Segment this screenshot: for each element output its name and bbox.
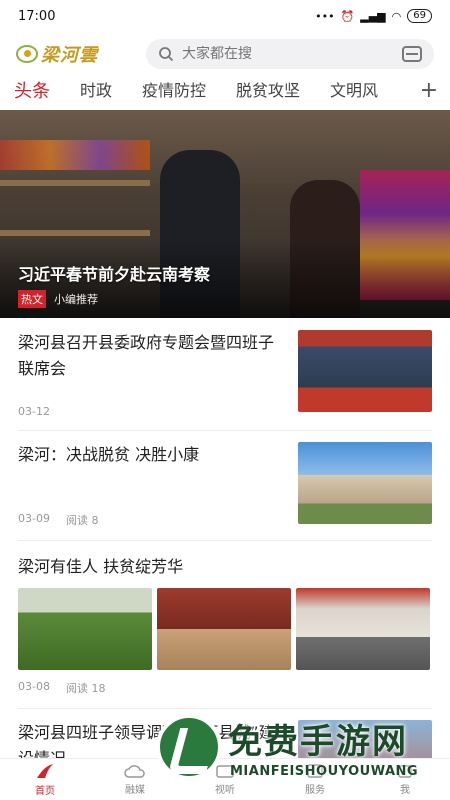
news-text: 梁河县四班子领导调研“美丽县城”建设情况 [18, 720, 286, 758]
nav-label: 服务 [305, 785, 325, 796]
news-title[interactable]: 梁河：决战脱贫 决胜小康 [18, 442, 286, 468]
news-thumbnail[interactable] [296, 588, 430, 670]
user-icon [398, 765, 412, 778]
bottom-nav: 首页 融媒 视听 服务 我 [0, 758, 450, 800]
tab-civilization[interactable]: 文明风 [330, 77, 378, 103]
battery-icon: 69 [407, 9, 432, 23]
logo-text: 梁河雲 [41, 45, 98, 66]
app-logo: 梁河雲 [16, 41, 136, 67]
news-text: 梁河：决战脱贫 决胜小康 03-09 阅读 8 [18, 442, 286, 528]
news-text: 梁河县召开县委政府专题会暨四班子联席会 03-12 [18, 330, 286, 418]
tab-headlines[interactable]: 头条 [14, 77, 50, 103]
tab-epidemic[interactable]: 疫情防控 [142, 77, 206, 103]
nav-media[interactable]: 融媒 [90, 759, 180, 800]
hero-image [0, 180, 150, 186]
news-title-row: 梁河有佳人 扶贫绽芳华 [0, 554, 450, 580]
news-thumbnail[interactable] [298, 720, 432, 758]
news-date: 03-12 [18, 405, 50, 418]
scan-icon[interactable] [402, 46, 422, 62]
news-item[interactable]: 梁河：决战脱贫 决胜小康 03-09 阅读 8 [0, 442, 450, 528]
nav-video[interactable]: 视听 [180, 759, 270, 800]
news-list-3: 梁河有佳人 扶贫绽芳华 03-08 阅读 18 [0, 554, 450, 696]
tab-politics[interactable]: 时政 [80, 77, 112, 103]
news-item[interactable]: 梁河县召开县委政府专题会暨四班子联席会 03-12 [0, 330, 450, 418]
hot-badge: 热文 [18, 290, 46, 308]
hero-meta: 热文 小编推荐 [18, 290, 98, 308]
news-title[interactable]: 梁河县四班子领导调研“美丽县城”建设情况 [18, 720, 286, 758]
cloud-icon [124, 765, 145, 778]
more-dots-icon: ••• [315, 9, 335, 23]
alarm-icon: ⏰ [340, 9, 355, 23]
hero-source: 小编推荐 [54, 293, 98, 306]
add-tab-icon[interactable]: + [398, 76, 438, 104]
home-icon [37, 764, 53, 778]
status-bar: 17:00 ••• ⏰ ▂▄▆ ◠ 69 [0, 0, 450, 32]
tabs-scroll[interactable]: 头条 时政 疫情防控 脱贫攻坚 文明风 [14, 77, 424, 103]
news-item[interactable]: 梁河县四班子领导调研“美丽县城”建设情况 [0, 720, 450, 758]
divider [18, 540, 432, 541]
news-thumbnail[interactable] [18, 588, 152, 670]
divider [18, 430, 432, 431]
category-tabs: 头条 时政 疫情防控 脱贫攻坚 文明风 + [0, 76, 450, 104]
news-item[interactable]: 梁河有佳人 扶贫绽芳华 03-08 阅读 18 [0, 554, 450, 696]
nav-me[interactable]: 我 [360, 759, 450, 800]
search-bar[interactable] [146, 39, 434, 69]
news-list-4: 梁河县四班子领导调研“美丽县城”建设情况 [0, 720, 450, 758]
search-input[interactable] [182, 46, 402, 62]
divider [18, 708, 432, 709]
hero-image-goods [0, 140, 150, 170]
news-thumbnails [0, 588, 450, 670]
nav-label: 首页 [35, 786, 55, 797]
signal-icon: ▂▄▆ [360, 9, 386, 23]
wifi-icon: ◠ [391, 9, 402, 23]
news-thumbnail[interactable] [298, 442, 432, 524]
news-list-2: 梁河：决战脱贫 决胜小康 03-09 阅读 8 [0, 442, 450, 528]
news-reads: 阅读 18 [65, 682, 106, 695]
news-thumbnail[interactable] [298, 330, 432, 412]
hero-title[interactable]: 习近平春节前夕赴云南考察 [18, 261, 210, 285]
service-icon [307, 764, 323, 778]
nav-label: 我 [400, 785, 410, 796]
news-meta: 03-12 [18, 405, 50, 418]
nav-home[interactable]: 首页 [0, 759, 90, 800]
news-reads: 阅读 8 [65, 514, 99, 527]
news-meta-row: 03-08 阅读 18 [0, 680, 450, 696]
hero-banner[interactable]: 习近平春节前夕赴云南考察 热文 小编推荐 [0, 110, 450, 318]
news-date: 03-09 [18, 512, 50, 525]
app-header: 梁河雲 [0, 34, 450, 74]
tab-poverty[interactable]: 脱贫攻坚 [236, 77, 300, 103]
nav-label: 融媒 [125, 785, 145, 796]
news-list: 梁河县召开县委政府专题会暨四班子联席会 03-12 [0, 330, 450, 418]
nav-service[interactable]: 服务 [270, 759, 360, 800]
news-title[interactable]: 梁河县召开县委政府专题会暨四班子联席会 [18, 330, 286, 382]
hero-image-shelf [0, 230, 150, 236]
status-time: 17:00 [18, 8, 56, 24]
status-icons: ••• ⏰ ▂▄▆ ◠ 69 [315, 9, 432, 23]
news-thumbnail[interactable] [157, 588, 291, 670]
news-meta: 03-08 阅读 18 [18, 680, 105, 696]
nav-label: 视听 [215, 785, 235, 796]
search-icon [159, 47, 174, 62]
news-date: 03-08 [18, 680, 50, 693]
news-title[interactable]: 梁河有佳人 扶贫绽芳华 [18, 554, 183, 580]
video-icon [216, 765, 234, 778]
news-meta: 03-09 阅读 8 [18, 512, 98, 528]
logo-icon [16, 45, 38, 63]
